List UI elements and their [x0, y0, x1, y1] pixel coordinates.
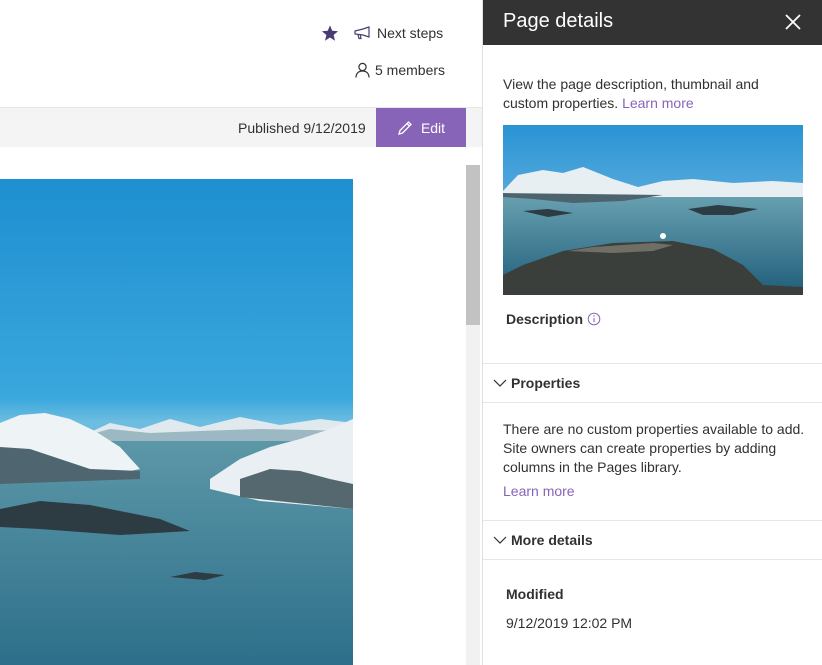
- properties-learn-more-link[interactable]: Learn more: [503, 483, 575, 499]
- hero-image: [0, 179, 353, 665]
- close-icon[interactable]: [781, 10, 805, 34]
- page-details-panel: Page details View the page description, …: [482, 0, 822, 665]
- chevron-down-icon: [493, 536, 507, 544]
- edit-label: Edit: [420, 120, 446, 136]
- more-details-section-header[interactable]: More details: [483, 520, 822, 560]
- more-details-label: More details: [511, 532, 593, 548]
- chevron-down-icon: [493, 379, 507, 387]
- info-icon[interactable]: [587, 312, 601, 326]
- site-header: Next steps 5 members: [0, 0, 482, 106]
- megaphone-icon: [354, 26, 370, 40]
- description-label: Description: [506, 311, 584, 327]
- next-steps-button[interactable]: Next steps: [354, 24, 443, 42]
- scrollbar[interactable]: [466, 165, 480, 665]
- star-icon[interactable]: [321, 24, 339, 42]
- modified-value: 9/12/2019 12:02 PM: [506, 615, 633, 631]
- command-bar: Published 9/12/2019 Edit: [0, 107, 482, 148]
- members-button[interactable]: 5 members: [355, 61, 445, 79]
- properties-section-header[interactable]: Properties: [483, 363, 822, 403]
- page-canvas: [0, 147, 482, 665]
- properties-message: There are no custom properties available…: [503, 421, 805, 475]
- person-icon: [355, 62, 370, 78]
- panel-intro: View the page description, thumbnail and…: [503, 75, 803, 113]
- next-steps-label: Next steps: [377, 25, 444, 41]
- panel-title: Page details: [503, 10, 614, 32]
- members-label: 5 members: [375, 62, 446, 78]
- pencil-icon: [397, 121, 412, 135]
- scrollbar-thumb[interactable]: [466, 165, 480, 325]
- learn-more-link[interactable]: Learn more: [622, 95, 694, 111]
- published-status: Published 9/12/2019: [238, 120, 366, 136]
- edit-button[interactable]: Edit: [376, 108, 466, 148]
- thumbnail-image[interactable]: [503, 125, 803, 295]
- panel-header: Page details: [483, 0, 822, 45]
- properties-label: Properties: [511, 375, 581, 391]
- modified-label: Modified: [506, 586, 564, 602]
